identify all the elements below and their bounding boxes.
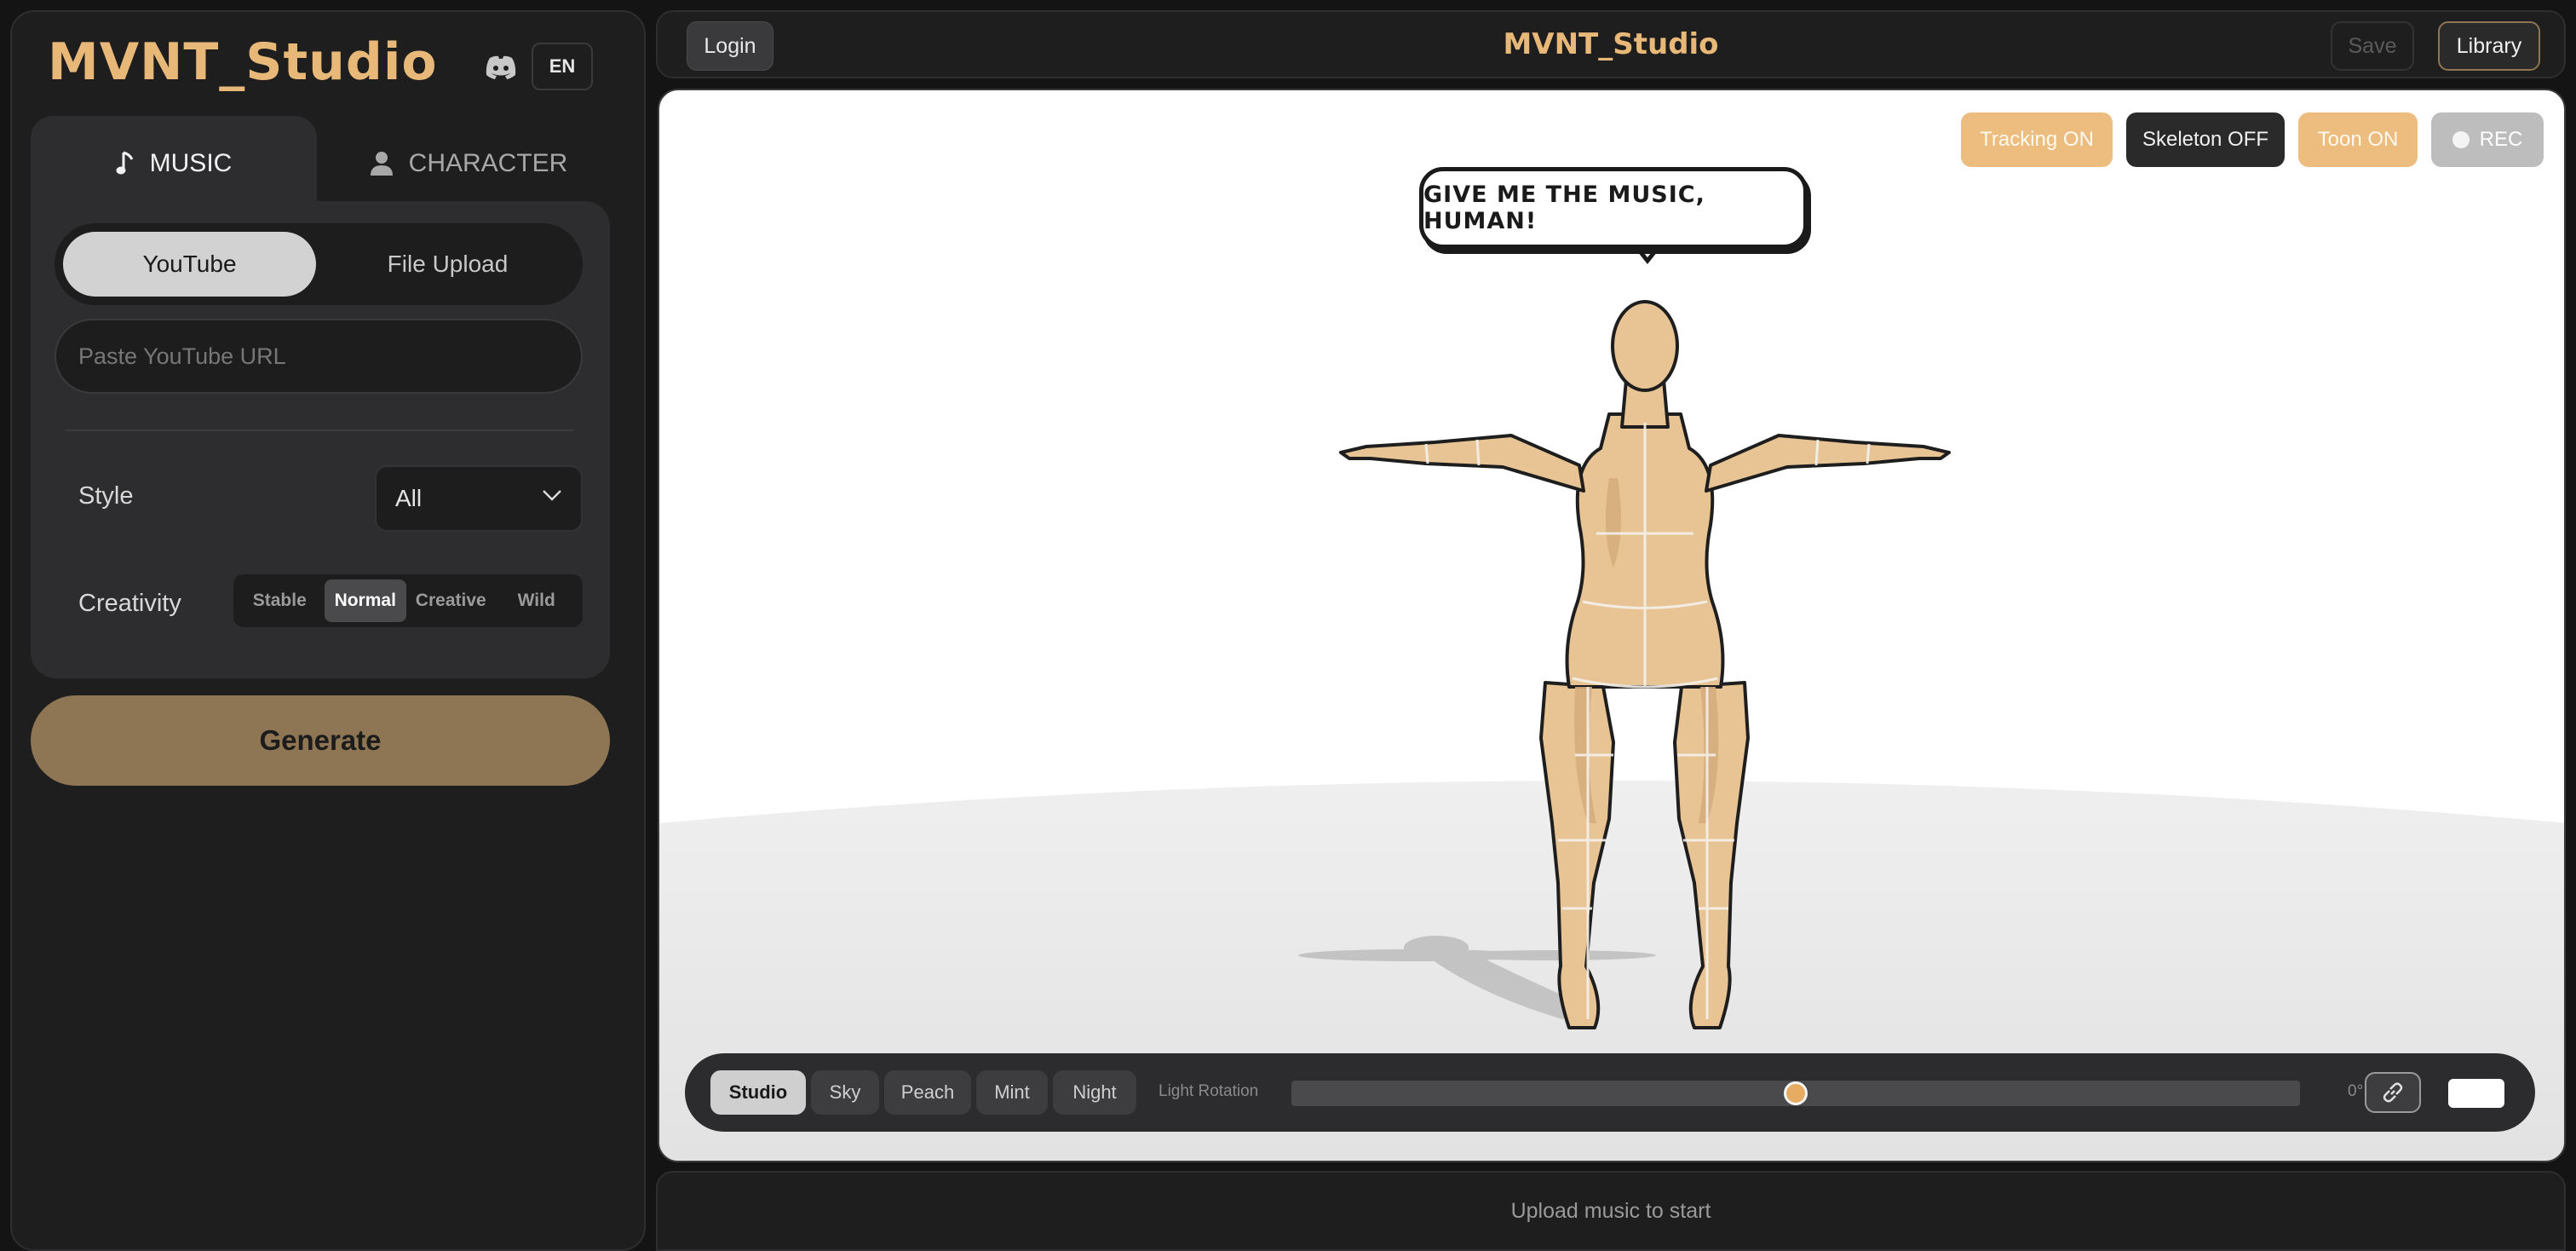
discord-icon xyxy=(486,55,516,79)
env-peach-button[interactable]: Peach xyxy=(884,1070,971,1115)
link-icon xyxy=(2383,1082,2403,1103)
creativity-label: Creativity xyxy=(78,590,181,617)
top-bar: Login MVNT_Studio Save Library xyxy=(656,10,2566,78)
chevron-down-icon xyxy=(543,490,561,501)
creativity-stable-option[interactable]: Stable xyxy=(239,579,321,622)
background-color-swatch[interactable] xyxy=(2448,1079,2504,1108)
rec-label: REC xyxy=(2479,128,2523,151)
speech-bubble: GIVE ME THE MUSIC, HUMAN! xyxy=(1419,167,1808,249)
source-toggle: YouTube File Upload xyxy=(55,223,583,305)
toon-toggle[interactable]: Toon ON xyxy=(2298,112,2418,167)
env-mint-button[interactable]: Mint xyxy=(976,1070,1048,1115)
creativity-segmented-control: Stable Normal Creative Wild xyxy=(233,574,583,627)
tab-music[interactable]: MUSIC xyxy=(31,116,317,211)
library-button[interactable]: Library xyxy=(2438,21,2540,71)
brand-logo: MVNT_Studio xyxy=(48,32,438,92)
style-label: Style xyxy=(78,482,134,510)
music-note-icon xyxy=(116,151,133,175)
tracking-toggle[interactable]: Tracking ON xyxy=(1961,112,2113,167)
generate-button[interactable]: Generate xyxy=(31,695,610,786)
slider-thumb[interactable] xyxy=(1784,1081,1808,1105)
environment-control-bar: Studio Sky Peach Mint Night Light Rotati… xyxy=(685,1053,2535,1132)
env-studio-button[interactable]: Studio xyxy=(710,1070,806,1115)
app-title: MVNT_Studio xyxy=(1503,27,1719,61)
link-button[interactable] xyxy=(2365,1072,2421,1113)
source-file-upload-option[interactable]: File Upload xyxy=(321,232,574,297)
3d-viewport[interactable]: GIVE ME THE MUSIC, HUMAN! Tracking ON Sk… xyxy=(658,89,2566,1162)
skeleton-toggle[interactable]: Skeleton OFF xyxy=(2126,112,2285,167)
rec-button[interactable]: REC xyxy=(2431,112,2544,167)
record-icon xyxy=(2452,131,2470,148)
creativity-wild-option[interactable]: Wild xyxy=(496,579,578,622)
env-night-button[interactable]: Night xyxy=(1053,1070,1136,1115)
status-bar: Upload music to start xyxy=(656,1171,2566,1251)
creativity-normal-option[interactable]: Normal xyxy=(324,579,406,622)
divider xyxy=(65,429,574,431)
tab-character[interactable]: CHARACTER xyxy=(327,116,610,211)
light-rotation-slider[interactable] xyxy=(1291,1081,2300,1106)
style-select[interactable]: All xyxy=(375,465,583,532)
tab-character-label: CHARACTER xyxy=(408,149,568,177)
env-sky-button[interactable]: Sky xyxy=(811,1070,879,1115)
language-button[interactable]: EN xyxy=(532,43,593,90)
style-select-value: All xyxy=(395,485,423,511)
youtube-url-input[interactable] xyxy=(55,319,583,394)
user-icon xyxy=(370,152,393,176)
light-rotation-value: 0° xyxy=(2348,1082,2364,1100)
discord-button[interactable] xyxy=(474,44,528,90)
tab-music-label: MUSIC xyxy=(149,149,233,177)
light-rotation-label: Light Rotation xyxy=(1159,1082,1259,1100)
save-button[interactable]: Save xyxy=(2331,21,2414,71)
scene-canvas xyxy=(659,242,2564,1161)
source-youtube-option[interactable]: YouTube xyxy=(63,232,316,297)
creativity-creative-option[interactable]: Creative xyxy=(410,579,492,622)
